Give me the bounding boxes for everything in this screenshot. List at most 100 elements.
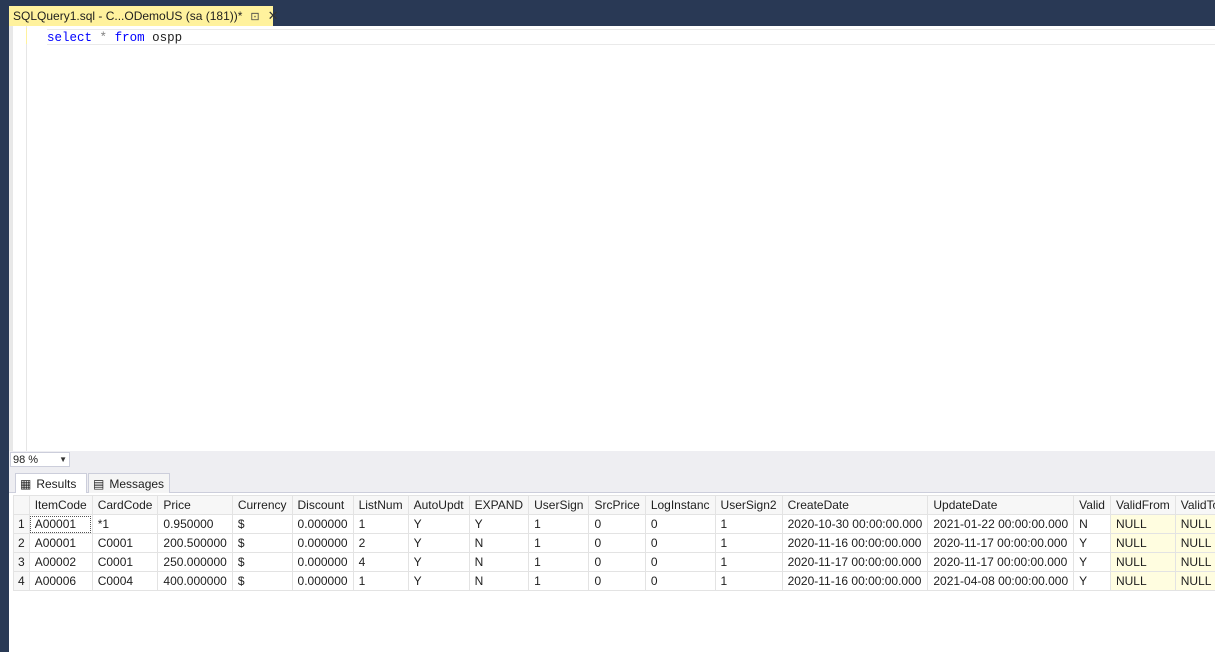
grid-cell[interactable]: N (468, 571, 530, 591)
grid-cell[interactable]: 0.000000 (291, 514, 354, 534)
grid-cell[interactable]: 200.500000 (157, 533, 233, 553)
grid-cell[interactable]: 2 (352, 533, 409, 553)
grid-cell[interactable]: 0.000000 (291, 533, 354, 553)
row-number-cell[interactable]: 2 (13, 533, 30, 553)
column-header-updatedate[interactable]: UpdateDate (927, 495, 1075, 515)
grid-cell[interactable]: 1 (714, 552, 783, 572)
grid-cell[interactable]: $ (231, 514, 293, 534)
grid-cell[interactable]: 2020-11-17 00:00:00.000 (927, 533, 1075, 553)
grid-cell[interactable]: N (1073, 514, 1111, 534)
grid-cell[interactable]: 1 (528, 533, 590, 553)
pin-icon[interactable]: ⊡ (250, 10, 259, 23)
grid-cell[interactable]: 2020-10-30 00:00:00.000 (781, 514, 929, 534)
grid-cell[interactable]: N (468, 552, 530, 572)
grid-cell[interactable]: NULL (1109, 514, 1176, 534)
grid-cell[interactable]: 1 (714, 533, 783, 553)
column-header-validfrom[interactable]: ValidFrom (1109, 495, 1176, 515)
grid-cell[interactable]: 4 (352, 552, 409, 572)
grid-cell[interactable]: Y (1073, 552, 1111, 572)
results-grid[interactable]: ItemCode CardCode Price Currency Discount Lis… (13, 495, 1215, 652)
grid-cell[interactable]: 1 (352, 571, 409, 591)
grid-cell[interactable]: 0 (588, 552, 646, 572)
zoom-dropdown[interactable]: 98 % ▼ (10, 452, 70, 467)
column-header-usersign[interactable]: UserSign (528, 495, 590, 515)
grid-cell[interactable]: 2020-11-17 00:00:00.000 (781, 552, 929, 572)
grid-cell[interactable]: NULL (1109, 571, 1176, 591)
grid-cell[interactable]: $ (231, 533, 293, 553)
column-header-loginstanc[interactable]: LogInstanc (644, 495, 716, 515)
row-number-cell[interactable]: 4 (13, 571, 30, 591)
grid-cell[interactable]: 0.000000 (291, 552, 354, 572)
table-row[interactable]: 2 A00001 C0001 200.500000 $0.000000 2 Y N 1 0 0 1 20… (13, 533, 1215, 553)
grid-corner-cell[interactable] (13, 495, 30, 515)
grid-cell[interactable]: 0 (644, 571, 716, 591)
grid-cell[interactable]: 1 (714, 571, 783, 591)
column-header-listnum[interactable]: ListNum (352, 495, 409, 515)
grid-cell[interactable]: 2020-11-17 00:00:00.000 (927, 552, 1075, 572)
column-header-cardcode[interactable]: CardCode (91, 495, 159, 515)
grid-cell[interactable]: 0 (588, 571, 646, 591)
grid-cell[interactable]: A00006 (28, 571, 93, 591)
grid-cell[interactable]: 0 (588, 514, 646, 534)
grid-cell[interactable]: NULL (1109, 552, 1176, 572)
grid-cell[interactable]: 250.000000 (157, 552, 233, 572)
column-header-itemcode[interactable]: ItemCode (28, 495, 93, 515)
grid-cell[interactable]: 0 (588, 533, 646, 553)
table-row[interactable]: 1 A00001 *1 0.950000 $0.000000 1 Y Y 1 0 0 1 2020-10… (13, 514, 1215, 534)
column-header-autoupdt[interactable]: AutoUpdt (407, 495, 470, 515)
grid-cell[interactable]: 2020-11-16 00:00:00.000 (781, 571, 929, 591)
grid-cell[interactable]: 0 (644, 514, 716, 534)
grid-cell[interactable]: $ (231, 571, 293, 591)
grid-cell[interactable]: NULL (1174, 533, 1215, 553)
close-icon[interactable]: ✕ (268, 8, 279, 24)
column-header-createdate[interactable]: CreateDate (781, 495, 929, 515)
grid-cell[interactable]: Y (1073, 571, 1111, 591)
grid-cell[interactable]: 1 (352, 514, 409, 534)
tab-messages[interactable]: ▤ Messages (88, 473, 170, 493)
column-header-currency[interactable]: Currency (231, 495, 293, 515)
grid-cell[interactable]: N (468, 533, 530, 553)
grid-cell[interactable]: 0 (644, 552, 716, 572)
column-header-valid[interactable]: Valid (1073, 495, 1111, 515)
sql-editor[interactable]: select * from ospp (27, 26, 1215, 451)
grid-cell[interactable]: Y (407, 514, 470, 534)
grid-cell[interactable]: Y (407, 552, 470, 572)
grid-cell[interactable]: A00001 (28, 533, 93, 553)
tab-results[interactable]: ▦ Results (15, 473, 87, 493)
grid-cell[interactable]: 1 (528, 571, 590, 591)
grid-cell[interactable]: C0001 (91, 533, 159, 553)
column-header-srcprice[interactable]: SrcPrice (588, 495, 646, 515)
grid-cell[interactable]: Y (407, 533, 470, 553)
grid-cell[interactable]: 0.950000 (157, 514, 233, 534)
grid-cell[interactable]: Y (1073, 533, 1111, 553)
grid-cell[interactable]: 1 (714, 514, 783, 534)
grid-cell[interactable]: 400.000000 (157, 571, 233, 591)
grid-cell[interactable]: 0 (644, 533, 716, 553)
column-header-usersign2[interactable]: UserSign2 (714, 495, 783, 515)
grid-cell[interactable]: Y (468, 514, 530, 534)
column-header-expand[interactable]: EXPAND (468, 495, 530, 515)
grid-cell[interactable]: 2021-01-22 00:00:00.000 (927, 514, 1075, 534)
row-number-cell[interactable]: 3 (13, 552, 30, 572)
query-document-tab[interactable]: SQLQuery1.sql - C...ODemoUS (sa (181))* … (9, 6, 279, 26)
table-row[interactable]: 4 A00006 C0004 400.000000 $0.000000 1 Y N 1 0 0 1 20… (13, 571, 1215, 591)
grid-cell[interactable]: 2021-04-08 00:00:00.000 (927, 571, 1075, 591)
grid-cell[interactable]: A00001 (28, 514, 93, 534)
grid-cell[interactable]: 1 (528, 552, 590, 572)
grid-cell[interactable]: A00002 (28, 552, 93, 572)
column-header-validto[interactable]: ValidTo (1174, 495, 1215, 515)
grid-cell[interactable]: Y (407, 571, 470, 591)
grid-cell[interactable]: NULL (1174, 571, 1215, 591)
table-row[interactable]: 3 A00002 C0001 250.000000 $0.000000 4 Y N 1 0 0 1 20… (13, 552, 1215, 572)
grid-cell[interactable]: 2020-11-16 00:00:00.000 (781, 533, 929, 553)
grid-cell[interactable]: NULL (1174, 514, 1215, 534)
grid-cell[interactable]: *1 (91, 514, 159, 534)
column-header-price[interactable]: Price (157, 495, 233, 515)
row-number-cell[interactable]: 1 (13, 514, 30, 534)
results-table[interactable]: ItemCode CardCode Price Currency Discount Lis… (13, 495, 1215, 591)
column-header-discount[interactable]: Discount (291, 495, 354, 515)
grid-cell[interactable]: NULL (1174, 552, 1215, 572)
code-line-1[interactable]: select * from ospp (47, 29, 1215, 45)
grid-cell[interactable]: 0.000000 (291, 571, 354, 591)
chevron-down-icon[interactable]: ▼ (59, 453, 67, 467)
